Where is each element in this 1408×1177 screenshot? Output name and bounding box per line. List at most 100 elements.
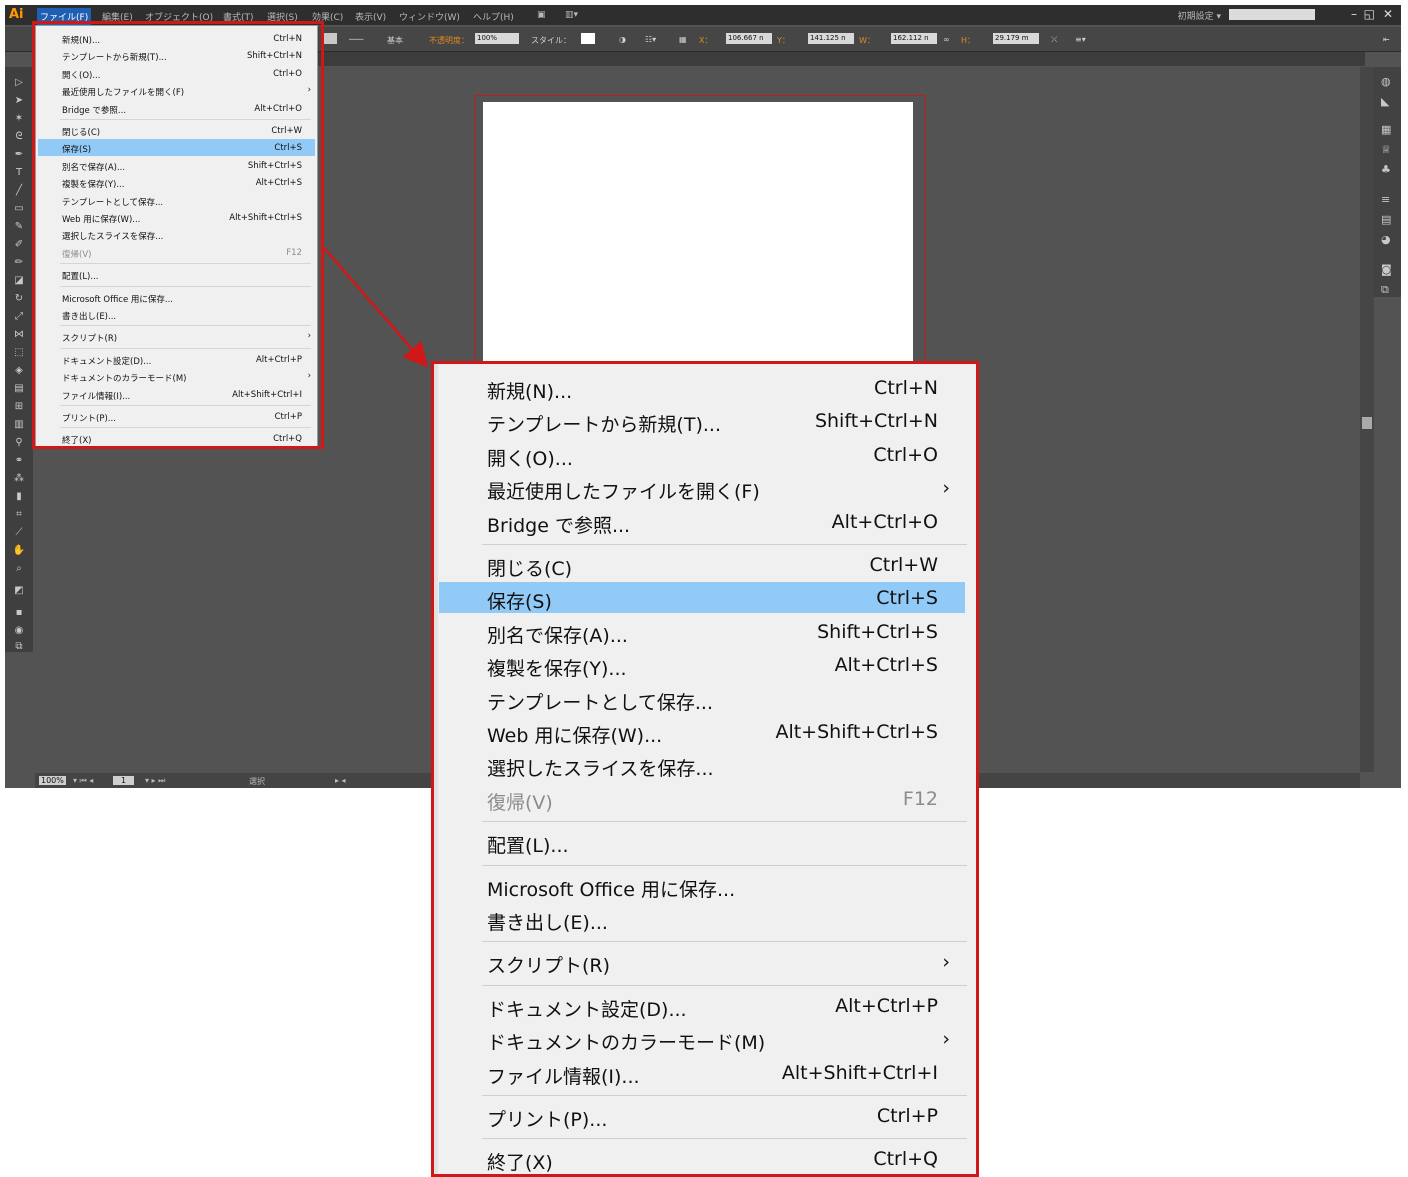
screen-mode-icon[interactable]: ⧉: [12, 641, 26, 652]
pen-tool-icon[interactable]: ✒: [12, 149, 26, 160]
blend-tool-icon[interactable]: ⚭: [12, 455, 26, 466]
eraser-tool-icon[interactable]: ◪: [12, 275, 26, 286]
magic-wand-tool-icon[interactable]: ✶: [12, 113, 26, 124]
menu-item-3[interactable]: 開く(O)... Ctrl+O: [439, 439, 965, 470]
zoom-tool-icon[interactable]: ⌕: [12, 563, 26, 574]
width-tool-icon[interactable]: ⋈: [12, 329, 26, 340]
appearance-panel-icon[interactable]: ◙: [1381, 263, 1392, 276]
layers-panel-icon[interactable]: ⧉: [1381, 283, 1389, 297]
y-field[interactable]: 141.125 n: [808, 33, 854, 44]
rectangle-tool-icon[interactable]: ▭: [12, 203, 26, 214]
x-field[interactable]: 106.667 n: [726, 33, 772, 44]
close-icon[interactable]: ✕: [1383, 7, 1393, 21]
color-panel-icon[interactable]: ◍: [1381, 75, 1391, 88]
zoom-field[interactable]: 100%: [39, 776, 66, 785]
mesh-tool-icon[interactable]: ⊞: [12, 401, 26, 412]
free-transform-tool-icon[interactable]: ⬚: [12, 347, 26, 358]
drawing-mode-icon[interactable]: ◉: [12, 625, 26, 636]
pencil-tool-icon[interactable]: ✐: [12, 239, 26, 250]
menu-item-20[interactable]: ファイル情報(I)... Alt+Shift+Ctrl+I: [439, 1057, 965, 1088]
stroke-profile-label[interactable]: 基本: [387, 35, 403, 46]
brushes-panel-icon[interactable]: ♕: [1381, 143, 1391, 156]
align-icon[interactable]: ☷▾: [645, 35, 656, 44]
menu-separator: [482, 941, 967, 943]
panel-collapse-icon[interactable]: ⇤: [1383, 35, 1390, 44]
bridge-icon[interactable]: ▣: [537, 10, 546, 20]
shape-builder-tool-icon[interactable]: ◈: [12, 365, 26, 376]
gradient-tool-icon[interactable]: ▥: [12, 419, 26, 430]
direct-selection-tool-icon[interactable]: ➤: [12, 95, 26, 106]
panel-menu-icon[interactable]: ≡▾: [1075, 35, 1086, 44]
hand-tool-icon[interactable]: ✋: [12, 545, 26, 556]
artboard[interactable]: [483, 102, 913, 392]
menu-item-14[interactable]: 配置(L)...: [439, 826, 965, 857]
link-proportions-icon[interactable]: ∞: [943, 35, 950, 44]
lasso-tool-icon[interactable]: ᘓ: [12, 131, 26, 142]
menu-item-7[interactable]: 保存(S) Ctrl+S: [439, 582, 965, 614]
menu-item-9[interactable]: 複製を保存(Y)... Alt+Ctrl+S: [439, 649, 965, 680]
menu-item-21[interactable]: プリント(P)... Ctrl+P: [439, 1100, 965, 1131]
minimize-icon[interactable]: –: [1351, 7, 1357, 21]
menu-view[interactable]: 表示(V): [355, 10, 386, 23]
swatches-panel-icon[interactable]: ▦: [1381, 123, 1391, 136]
fill-stroke-swatch-icon[interactable]: ◩: [12, 585, 26, 596]
transparency-panel-icon[interactable]: ◕: [1381, 233, 1391, 246]
symbol-sprayer-tool-icon[interactable]: ⁂: [12, 473, 26, 484]
menu-item-4[interactable]: 最近使用したファイルを開く(F) ›: [439, 472, 965, 503]
status-menu-icon[interactable]: ▸ ◂: [335, 776, 346, 785]
eyedropper-tool-icon[interactable]: ⚲: [12, 437, 26, 448]
symbols-panel-icon[interactable]: ♣: [1381, 163, 1391, 176]
artboard-nav-icon[interactable]: ▾ ▸ ⏭: [145, 776, 165, 786]
h-field[interactable]: 29.179 m: [993, 33, 1039, 44]
vertical-scrollbar[interactable]: [1360, 67, 1374, 772]
search-input[interactable]: [1229, 9, 1315, 20]
scale-tool-icon[interactable]: ⤢: [12, 311, 26, 322]
menu-item-18[interactable]: ドキュメント設定(D)... Alt+Ctrl+P: [439, 990, 965, 1021]
restore-icon[interactable]: ◱: [1364, 7, 1375, 21]
menu-window[interactable]: ウィンドウ(W): [399, 10, 460, 23]
gradient-panel-icon[interactable]: ▤: [1381, 213, 1391, 226]
workspace-switcher[interactable]: 初期設定 ▾: [1178, 9, 1221, 22]
blob-brush-tool-icon[interactable]: ✏: [12, 257, 26, 268]
stroke-panel-icon[interactable]: ≡: [1381, 193, 1390, 206]
stroke-profile-icon[interactable]: ───: [349, 35, 363, 44]
menu-item-12[interactable]: 選択したスライスを保存...: [439, 749, 965, 780]
color-guide-icon[interactable]: ◣: [1381, 95, 1389, 108]
menu-item-19[interactable]: ドキュメントのカラーモード(M) ›: [439, 1023, 965, 1054]
menu-item-15[interactable]: Microsoft Office 用に保存...: [439, 870, 965, 901]
perspective-grid-tool-icon[interactable]: ▤: [12, 383, 26, 394]
menu-item-22[interactable]: 終了(X) Ctrl+Q: [439, 1143, 965, 1174]
opacity-field[interactable]: 100%: [475, 33, 519, 44]
stroke-weight-field[interactable]: [323, 33, 337, 44]
type-tool-icon[interactable]: T: [12, 167, 26, 178]
menu-item-8[interactable]: 別名で保存(A)... Shift+Ctrl+S: [439, 616, 965, 647]
menu-item-13[interactable]: 復帰(V) F12: [439, 783, 965, 814]
menu-item-6[interactable]: 閉じる(C) Ctrl+W: [439, 549, 965, 580]
w-field[interactable]: 162.112 n: [891, 33, 937, 44]
isolate-icon[interactable]: ⤫: [1051, 35, 1057, 45]
artboard-tool-icon[interactable]: ⌗: [12, 509, 26, 520]
menu-help[interactable]: ヘルプ(H): [473, 10, 514, 23]
graph-tool-icon[interactable]: ▮: [12, 491, 26, 502]
menu-item-5[interactable]: Bridge で参照... Alt+Ctrl+O: [439, 506, 965, 537]
rotate-tool-icon[interactable]: ↻: [12, 293, 26, 304]
menu-item-17[interactable]: スクリプト(R) ›: [439, 946, 965, 977]
menu-item-2[interactable]: テンプレートから新規(T)... Shift+Ctrl+N: [439, 405, 965, 436]
menu-item-11[interactable]: Web 用に保存(W)... Alt+Shift+Ctrl+S: [439, 716, 965, 747]
arrange-documents-icon[interactable]: ▥▾: [565, 10, 578, 20]
color-mode-icon[interactable]: ▪: [12, 607, 26, 618]
slice-tool-icon[interactable]: ⟋: [12, 527, 26, 538]
menu-item-16[interactable]: 書き出し(E)...: [439, 903, 965, 934]
menu-item-1[interactable]: 新規(N)... Ctrl+N: [439, 372, 965, 403]
zoom-dropdown-icon[interactable]: ▾ ⏮ ◂: [73, 776, 93, 786]
recolor-icon[interactable]: ◑: [619, 35, 626, 44]
artboard-number-field[interactable]: 1: [113, 776, 135, 785]
menu-item-label: 新規(N)...: [487, 381, 573, 403]
transform-icon[interactable]: ▦: [679, 35, 687, 44]
selection-tool-icon[interactable]: ▷: [12, 77, 26, 88]
paintbrush-tool-icon[interactable]: ✎: [12, 221, 26, 232]
scrollbar-thumb[interactable]: [1362, 417, 1372, 429]
menu-item-10[interactable]: テンプレートとして保存...: [439, 683, 965, 714]
style-swatch[interactable]: [581, 33, 595, 44]
line-tool-icon[interactable]: ╱: [12, 185, 26, 196]
